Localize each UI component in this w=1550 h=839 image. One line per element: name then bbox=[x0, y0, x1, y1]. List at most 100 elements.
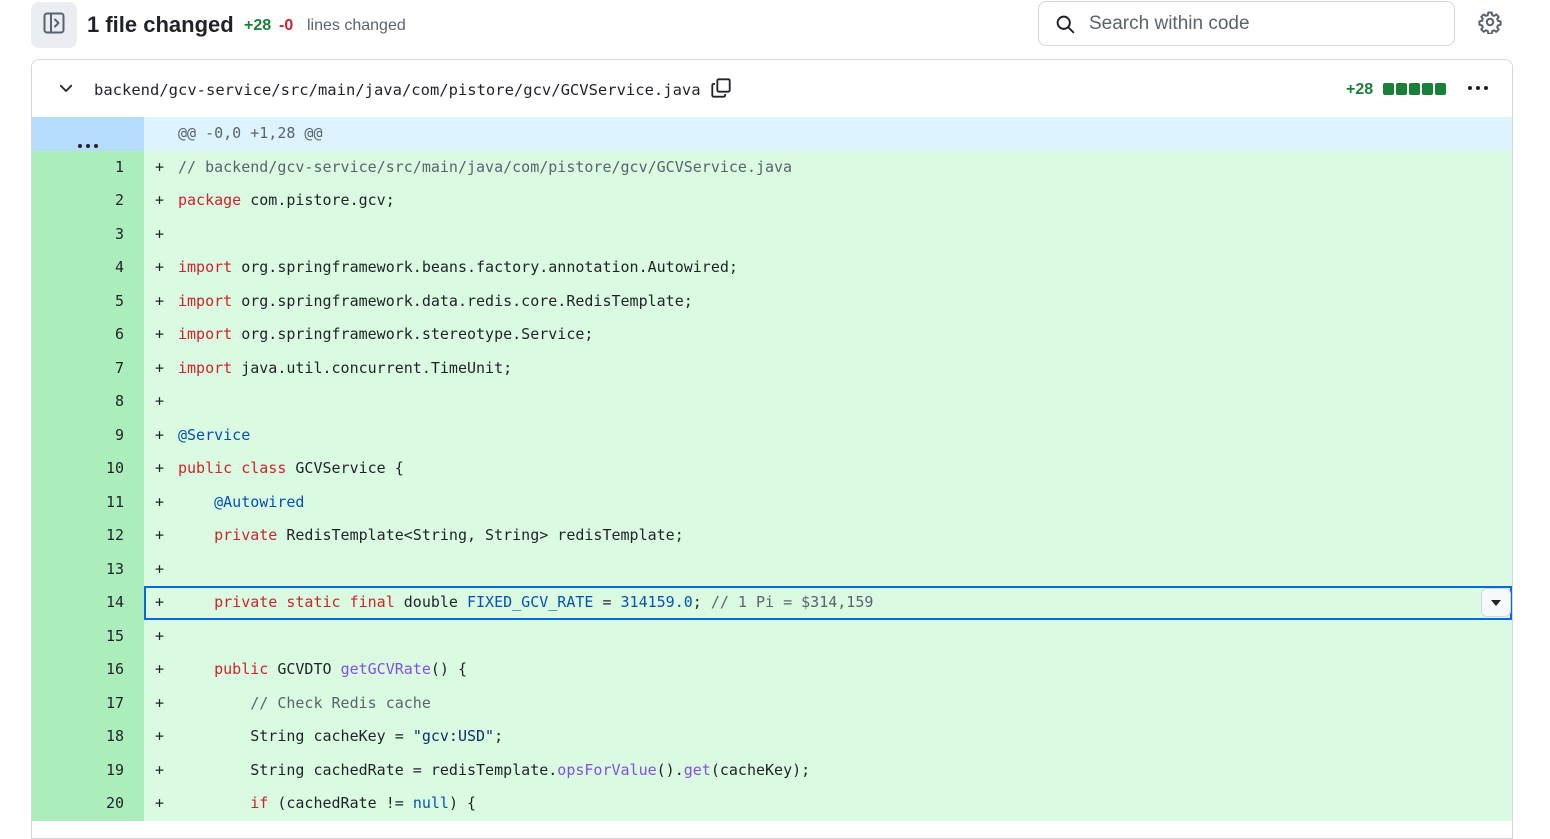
diff-line[interactable]: 15 + bbox=[32, 619, 1512, 653]
code-cell: + import org.springframework.stereotype.S… bbox=[144, 318, 1512, 352]
search-input[interactable] bbox=[1087, 8, 1446, 40]
code-text: String cachedRate = redisTemplate.opsFor… bbox=[178, 754, 810, 788]
code-cell: + bbox=[144, 385, 1512, 419]
diff-marker: + bbox=[155, 760, 165, 779]
code-token: import bbox=[178, 358, 233, 377]
diff-line[interactable]: 8 + bbox=[32, 385, 1512, 419]
code-cell: + public class GCVService { bbox=[144, 452, 1512, 486]
code-text: // Check Redis cache bbox=[178, 687, 431, 721]
code-text: import org.springframework.beans.factory… bbox=[178, 251, 738, 285]
code-token: RedisTemplate<String, String> redisTempl… bbox=[277, 526, 684, 544]
gear-icon bbox=[1478, 10, 1502, 39]
line-number[interactable]: 12 bbox=[32, 519, 144, 553]
line-number[interactable]: 13 bbox=[32, 552, 144, 586]
code-cell: + String cacheKey = "gcv:USD"; bbox=[144, 720, 1512, 754]
diff-line[interactable]: 20 + if (cachedRate != null) { bbox=[32, 787, 1512, 821]
code-cell: + package com.pistore.gcv; bbox=[144, 184, 1512, 218]
line-number[interactable]: 9 bbox=[32, 418, 144, 452]
code-text: // backend/gcv-service/src/main/java/com… bbox=[178, 151, 792, 185]
diff-line[interactable]: 11 + @Autowired bbox=[32, 485, 1512, 519]
code-token: GCVService { bbox=[286, 459, 404, 477]
search-within-code[interactable] bbox=[1038, 1, 1455, 46]
code-token: String cachedRate = redisTemplate. bbox=[178, 760, 558, 779]
code-token: import bbox=[178, 291, 233, 310]
code-cell: + @Autowired bbox=[144, 485, 1512, 519]
diff-line[interactable]: 14 + private static final double FIXED_GC… bbox=[32, 586, 1512, 620]
line-number[interactable]: 7 bbox=[32, 351, 144, 385]
line-number[interactable]: 11 bbox=[32, 485, 144, 519]
line-number[interactable]: 20 bbox=[32, 787, 144, 821]
line-number[interactable]: 18 bbox=[32, 720, 144, 754]
diff-marker: + bbox=[155, 660, 165, 678]
code-token: // backend/gcv-service/src/main/java/com… bbox=[178, 157, 793, 176]
diff-marker: + bbox=[155, 593, 165, 611]
line-number[interactable]: 15 bbox=[32, 619, 144, 653]
code-cell: + bbox=[144, 619, 1512, 653]
diff-line[interactable]: 1 + // backend/gcv-service/src/main/java/c… bbox=[32, 150, 1512, 185]
diff-line[interactable]: 18 + String cacheKey = "gcv:USD"; bbox=[32, 720, 1512, 754]
line-number[interactable]: 6 bbox=[32, 318, 144, 352]
code-cell: + public GCVDTO getGCVRate() { bbox=[144, 653, 1512, 687]
file-path[interactable]: backend/gcv-service/src/main/java/com/pi… bbox=[94, 79, 701, 101]
diff-line[interactable]: 12 + private RedisTemplate<String, String… bbox=[32, 519, 1512, 553]
code-token: get bbox=[683, 760, 711, 779]
line-number[interactable]: 14 bbox=[32, 586, 144, 620]
diffstat-block-added bbox=[1396, 83, 1407, 95]
diff-line[interactable]: 5 + import org.springframework.data.redis.… bbox=[32, 284, 1512, 318]
code-token: java.util.concurrent.TimeUnit; bbox=[232, 358, 513, 377]
code-token: opsForValue bbox=[557, 760, 657, 779]
line-options-button[interactable] bbox=[1481, 588, 1511, 617]
copy-path-button[interactable] bbox=[708, 77, 734, 103]
diff-line[interactable]: 7 + import java.util.concurrent.TimeUnit; bbox=[32, 351, 1512, 385]
toggle-file-tree-button[interactable] bbox=[31, 2, 77, 48]
diff-line[interactable]: 4 + import org.springframework.beans.facto… bbox=[32, 251, 1512, 285]
collapse-file-button[interactable] bbox=[55, 79, 77, 101]
diff-marker: + bbox=[155, 693, 165, 712]
diff-line[interactable]: 19 + String cachedRate = redisTemplate.op… bbox=[32, 753, 1512, 788]
code-token: String cacheKey = bbox=[178, 727, 413, 745]
diff-marker: + bbox=[155, 559, 165, 578]
code-token: // 1 Pi = $314,159 bbox=[710, 593, 874, 611]
diff-line[interactable]: 13 + bbox=[32, 552, 1512, 586]
expand-hunk-button[interactable] bbox=[32, 117, 144, 151]
diff-line[interactable]: 3 + bbox=[32, 217, 1512, 251]
file-options-button[interactable] bbox=[1464, 76, 1492, 100]
code-token: if bbox=[250, 794, 269, 812]
triangle-down-icon bbox=[1490, 586, 1502, 620]
code-text: private static final double FIXED_GCV_RA… bbox=[178, 586, 873, 620]
diff-settings-button[interactable] bbox=[1476, 10, 1504, 38]
code-cell: + import java.util.concurrent.TimeUnit; bbox=[144, 351, 1512, 385]
diff-line[interactable]: 6 + import org.springframework.stereotype.… bbox=[32, 318, 1512, 352]
diff-marker: + bbox=[155, 626, 165, 645]
diff-line[interactable]: 2 + package com.pistore.gcv; bbox=[32, 184, 1512, 218]
diff-marker: + bbox=[155, 258, 165, 276]
file-diff-panel: backend/gcv-service/src/main/java/com/pi… bbox=[31, 59, 1513, 839]
line-number[interactable]: 16 bbox=[32, 653, 144, 687]
line-number[interactable]: 1 bbox=[32, 150, 144, 184]
diff-marker: + bbox=[155, 191, 165, 209]
code-token: // Check Redis cache bbox=[250, 693, 431, 712]
file-additions-count: +28 bbox=[1346, 81, 1374, 98]
code-text: public GCVDTO getGCVRate() { bbox=[178, 653, 467, 687]
line-number[interactable]: 8 bbox=[32, 385, 144, 419]
code-token: import bbox=[178, 258, 233, 276]
code-text: import org.springframework.stereotype.Se… bbox=[178, 318, 593, 352]
code-token: static bbox=[286, 593, 341, 611]
lines-changed-label: lines changed bbox=[307, 17, 406, 34]
diff-line[interactable]: 17 + // Check Redis cache bbox=[32, 686, 1512, 721]
code-token: 314159.0 bbox=[620, 593, 693, 611]
diff-line[interactable]: 9 + @Service bbox=[32, 418, 1512, 452]
line-number[interactable]: 3 bbox=[32, 217, 144, 251]
line-number[interactable]: 19 bbox=[32, 753, 144, 787]
line-number[interactable]: 2 bbox=[32, 184, 144, 218]
line-number[interactable]: 17 bbox=[32, 686, 144, 720]
diff-line[interactable]: 16 + public GCVDTO getGCVRate() { bbox=[32, 653, 1512, 687]
line-number[interactable]: 10 bbox=[32, 452, 144, 486]
line-number[interactable]: 4 bbox=[32, 251, 144, 285]
diff-marker: + bbox=[155, 325, 165, 343]
line-number[interactable]: 5 bbox=[32, 284, 144, 318]
diff-line[interactable]: 10 + public class GCVService { bbox=[32, 452, 1512, 486]
